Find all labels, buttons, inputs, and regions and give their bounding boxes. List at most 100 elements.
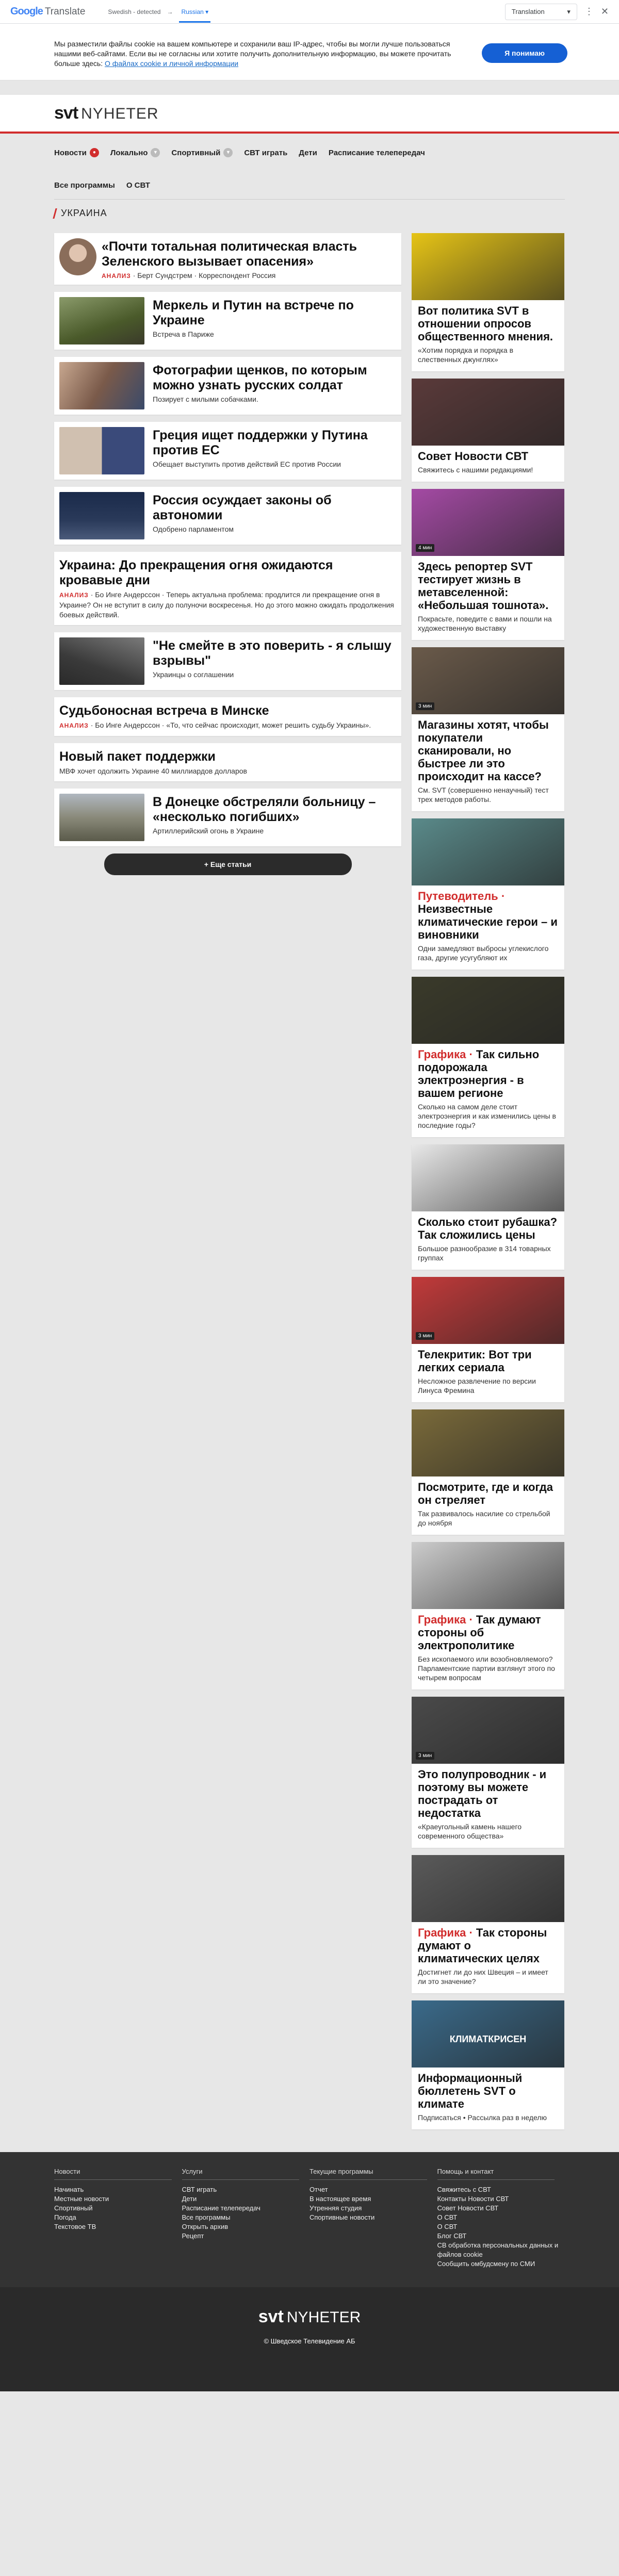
sidebar-card-image (412, 1409, 564, 1476)
article-card[interactable]: Греция ищет поддержки у Путина против ЕС… (54, 422, 401, 480)
sidebar-card-image: 3 мин (412, 647, 564, 714)
cookie-info-link[interactable]: О файлах cookie и личной информации (105, 59, 238, 68)
footer-link[interactable]: В настоящее время (310, 2194, 437, 2204)
google-translate-logo[interactable]: Google Translate (10, 6, 85, 18)
footer-link[interactable]: Совет Новости СВТ (437, 2204, 565, 2213)
duration-badge: 3 мин (416, 702, 435, 710)
footer-link[interactable]: Расписание телепередач (182, 2204, 310, 2213)
nav-item-about-svt[interactable]: О СВТ (126, 181, 150, 190)
target-language[interactable]: Russian ▾ (179, 1, 211, 23)
language-selector: Swedish - detected → Russian ▾ (108, 1, 211, 23)
article-card[interactable]: В Донецке обстреляли больницу – «несколь… (54, 789, 401, 846)
analysis-card[interactable]: Судьбоносная встреча в Минске АНАЛИЗ · Бо… (54, 697, 401, 736)
article-image (59, 362, 144, 409)
sidebar-card[interactable]: 3 мин Магазины хотят, чтобы покупатели ск… (412, 647, 564, 811)
footer-link[interactable]: Блог СВТ (437, 2232, 565, 2241)
accept-cookies-button[interactable]: Я понимаю (482, 43, 567, 63)
translation-mode-button[interactable]: Translation ▾ (504, 3, 577, 20)
footer-link[interactable]: Все программы (182, 2213, 310, 2222)
article-card[interactable]: Фотографии щенков, по которым можно узна… (54, 357, 401, 415)
sidebar-card-summary: «Хотим порядка и порядка в слественных д… (418, 346, 514, 364)
site-header: svt NYHETER (0, 95, 619, 134)
article-text: АНАЛИЗ · Бо Инге Андерссон · «То, что сей… (59, 720, 396, 731)
sidebar-card-image (412, 233, 564, 300)
sidebar-card-title: Сколько стоит рубашка? Так сложились цен… (418, 1216, 558, 1241)
sidebar-card-image: 3 мин (412, 1697, 564, 1764)
footer-logo[interactable]: svt NYHETER (0, 2307, 619, 2327)
footer-column-title: Помощь и контакт (437, 2168, 555, 2180)
sidebar-card[interactable]: Графика · Так стороны думают о климатиче… (412, 1855, 564, 1993)
svt-nyheter-logo[interactable]: svt NYHETER (54, 103, 159, 123)
breadcrumb: УКРАИНА (0, 200, 619, 227)
sidebar-card[interactable]: Совет Новости СВТ Свяжитесь с нашими реда… (412, 379, 564, 482)
sidebar-card[interactable]: 4 мин Здесь репортер SVT тестирует жизнь … (412, 489, 564, 640)
footer-link[interactable]: О СВТ (437, 2222, 565, 2232)
footer-link[interactable]: Погода (54, 2213, 182, 2222)
footer-link[interactable]: О СВТ (437, 2213, 565, 2222)
sidebar-card-summary: Большое разнообразие в 314 товарных груп… (418, 1244, 551, 1262)
chevron-down-icon: ▾ (205, 8, 209, 15)
article-subtitle: Артиллерийский огонь в Украине (153, 827, 264, 835)
more-options-icon[interactable]: ⋮ (584, 6, 594, 17)
footer-link[interactable]: Текстовое ТВ (54, 2222, 182, 2232)
sidebar-card-kicker: Графика · (418, 1048, 476, 1061)
article-title: Россия осуждает законы об автономии (153, 493, 332, 522)
article-card[interactable]: Россия осуждает законы об автономии Одобр… (54, 487, 401, 545)
nav-item-all-programs[interactable]: Все программы (54, 181, 115, 190)
article-card[interactable]: Меркель и Путин на встрече по Украине Вст… (54, 292, 401, 350)
sidebar-card[interactable]: Графика · Так думают стороны об электроп… (412, 1542, 564, 1689)
breadcrumb-label[interactable]: УКРАИНА (61, 208, 107, 219)
footer-link[interactable]: Свяжитесь с СВТ (437, 2185, 565, 2194)
sidebar-card-kicker: Путеводитель · (418, 890, 506, 903)
footer-link[interactable]: СВТ играть (182, 2185, 310, 2194)
sidebar-card-text: Информационный бюллетень SVT о климате По… (412, 2068, 564, 2129)
sidebar-card[interactable]: Сколько стоит рубашка? Так сложились цен… (412, 1144, 564, 1270)
analysis-card[interactable]: Украина: До прекращения огня ожидаются к… (54, 552, 401, 625)
source-language[interactable]: Swedish - detected (108, 8, 160, 15)
close-icon[interactable]: ✕ (601, 6, 609, 17)
footer-link[interactable]: Начинать (54, 2185, 182, 2194)
sidebar-card[interactable]: КЛИМАТКРИСЕН Информационный бюллетень SVT… (412, 2000, 564, 2129)
sidebar-card-image: КЛИМАТКРИСЕН (412, 2000, 564, 2068)
nav-item-sport[interactable]: Спортивный ▾ (171, 148, 233, 157)
article-image (59, 794, 144, 841)
footer-link[interactable]: Спортивные новости (310, 2213, 437, 2222)
footer-link[interactable]: Местные новости (54, 2194, 182, 2204)
footer-link[interactable]: Утренняя студия (310, 2204, 437, 2213)
sidebar-card-title-text: Вот политика SVT в отношении опросов общ… (418, 304, 553, 343)
article-title: "Не смейте в это поверить - я слышу взры… (153, 638, 392, 668)
sidebar-card-title-text: Информационный бюллетень SVT о климате (418, 2072, 523, 2110)
sidebar-card[interactable]: Графика · Так сильно подорожала электроэ… (412, 977, 564, 1137)
footer-link[interactable]: Открыть архив (182, 2222, 310, 2232)
article-image (59, 297, 144, 344)
footer-link[interactable]: Контакты Новости СВТ (437, 2194, 565, 2204)
article-card[interactable]: "Не смейте в это поверить - я слышу взры… (54, 632, 401, 690)
footer-link[interactable]: Рецепт (182, 2232, 310, 2241)
sidebar-card[interactable]: Вот политика SVT в отношении опросов общ… (412, 233, 564, 371)
article-subtitle: · Берт Сундстрем · Корреспондент Россия (133, 271, 276, 280)
analysis-text: · Бо Инге Андерссон · «То, что сейчас пр… (90, 721, 371, 729)
footer-link[interactable]: Отчет (310, 2185, 437, 2194)
footer-link[interactable]: СВ обработка персональных данных и файло… (437, 2241, 565, 2259)
article-card[interactable]: Новый пакет поддержки МВФ хочет одолжить… (54, 743, 401, 781)
sidebar-card[interactable]: 3 мин Это полупроводник - и поэтому вы мо… (412, 1697, 564, 1848)
nav-item-local[interactable]: Локально ▾ (110, 148, 160, 157)
footer-link[interactable]: Сообщить омбудсмену по СМИ (437, 2259, 565, 2269)
nav-item-news[interactable]: Новости ● (54, 148, 99, 157)
sidebar-card-title: Телекритик: Вот три легких сериала (418, 1348, 558, 1374)
sidebar-card-title: Здесь репортер SVT тестирует жизнь в мет… (418, 560, 558, 612)
more-articles-button[interactable]: + Еще статьи (104, 854, 352, 875)
footer-link[interactable]: Дети (182, 2194, 310, 2204)
arrow-icon: → (167, 8, 173, 15)
nav-item-svt-play[interactable]: СВТ играть (244, 149, 287, 157)
sidebar-card-text: Посмотрите, где и когда он стреляет Так р… (412, 1476, 564, 1535)
sidebar-card[interactable]: Путеводитель · Неизвестные климатические… (412, 818, 564, 970)
article-card[interactable]: «Почти тотальная политическая власть Зел… (54, 233, 401, 285)
sidebar-card-title: Вот политика SVT в отношении опросов общ… (418, 304, 558, 343)
footer-link[interactable]: Спортивный (54, 2204, 182, 2213)
sidebar-card[interactable]: 3 мин Телекритик: Вот три легких сериала Н… (412, 1277, 564, 1402)
more-articles-label: Еще статьи (210, 860, 252, 868)
nav-item-kids[interactable]: Дети (299, 149, 317, 157)
sidebar-card[interactable]: Посмотрите, где и когда он стреляет Так р… (412, 1409, 564, 1535)
nav-item-tv-schedule[interactable]: Расписание телепередач (329, 149, 425, 157)
